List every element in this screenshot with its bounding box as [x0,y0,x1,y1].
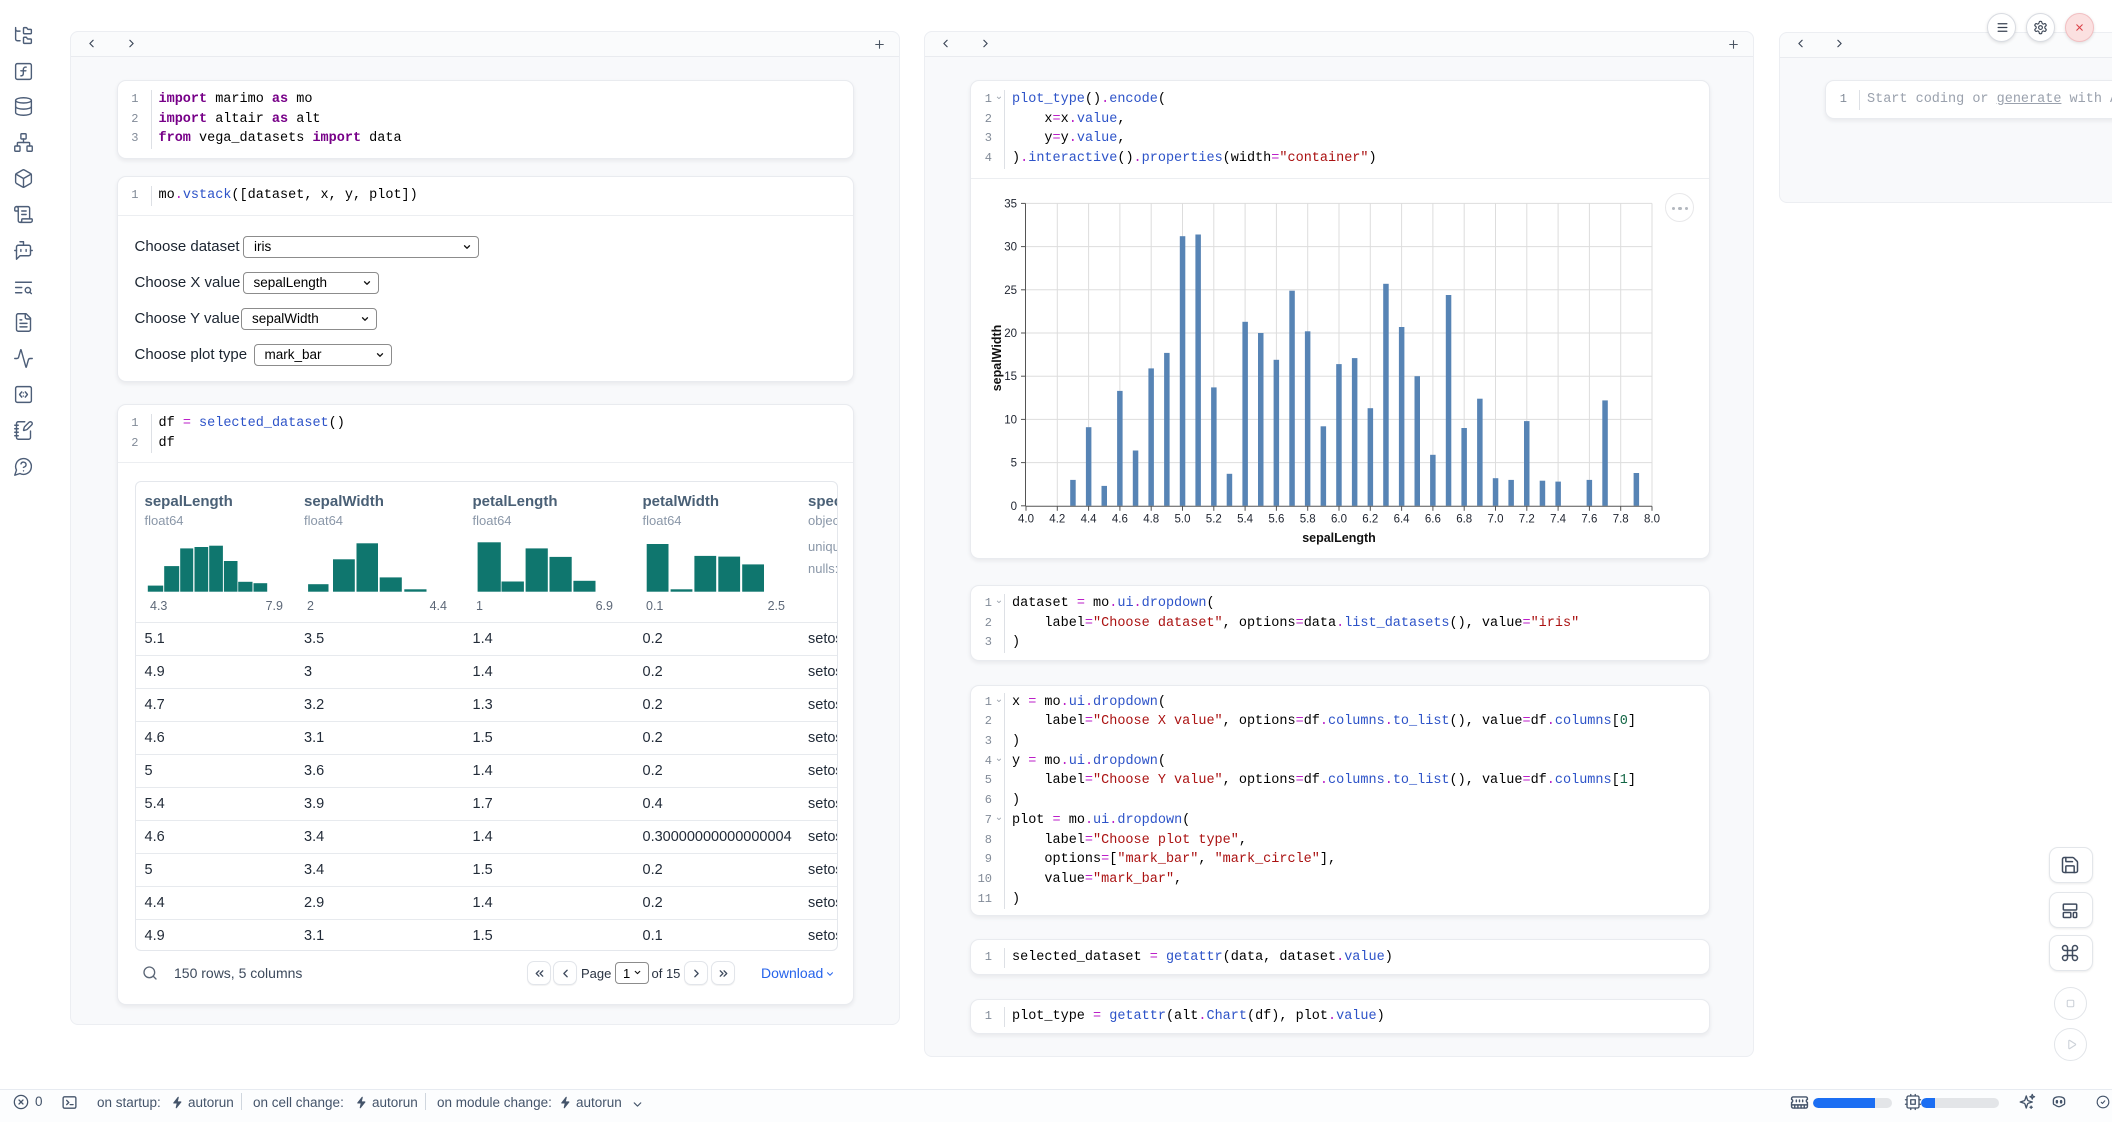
svg-text:25: 25 [1004,285,1017,297]
svg-text:4.2: 4.2 [1049,514,1065,526]
svg-text:15: 15 [1004,371,1017,383]
svg-text:5.4: 5.4 [1237,514,1254,526]
svg-text:sepalLength: sepalLength [1302,531,1376,545]
svg-text:7.0: 7.0 [1488,514,1504,526]
svg-text:4.8: 4.8 [1143,514,1159,526]
svg-text:7.4: 7.4 [1550,514,1567,526]
svg-text:4.6: 4.6 [1112,514,1128,526]
svg-text:6.8: 6.8 [1456,514,1472,526]
svg-text:6.0: 6.0 [1331,514,1347,526]
svg-text:7.2: 7.2 [1519,514,1535,526]
svg-text:0: 0 [1011,501,1017,513]
svg-text:35: 35 [1004,198,1017,210]
svg-text:5.6: 5.6 [1268,514,1284,526]
svg-text:6.2: 6.2 [1362,514,1378,526]
svg-text:5: 5 [1011,458,1017,470]
svg-text:20: 20 [1004,328,1017,340]
svg-text:4.4: 4.4 [1081,514,1098,526]
svg-text:6.4: 6.4 [1394,514,1411,526]
svg-text:5.8: 5.8 [1300,514,1316,526]
svg-text:4.0: 4.0 [1018,514,1034,526]
svg-text:5.0: 5.0 [1175,514,1191,526]
svg-text:30: 30 [1004,242,1017,254]
svg-text:7.6: 7.6 [1581,514,1597,526]
svg-text:6.6: 6.6 [1425,514,1441,526]
svg-text:7.8: 7.8 [1613,514,1629,526]
svg-text:10: 10 [1004,414,1017,426]
svg-text:5.2: 5.2 [1206,514,1222,526]
svg-text:sepalWidth: sepalWidth [990,325,1004,392]
svg-text:8.0: 8.0 [1644,514,1660,526]
